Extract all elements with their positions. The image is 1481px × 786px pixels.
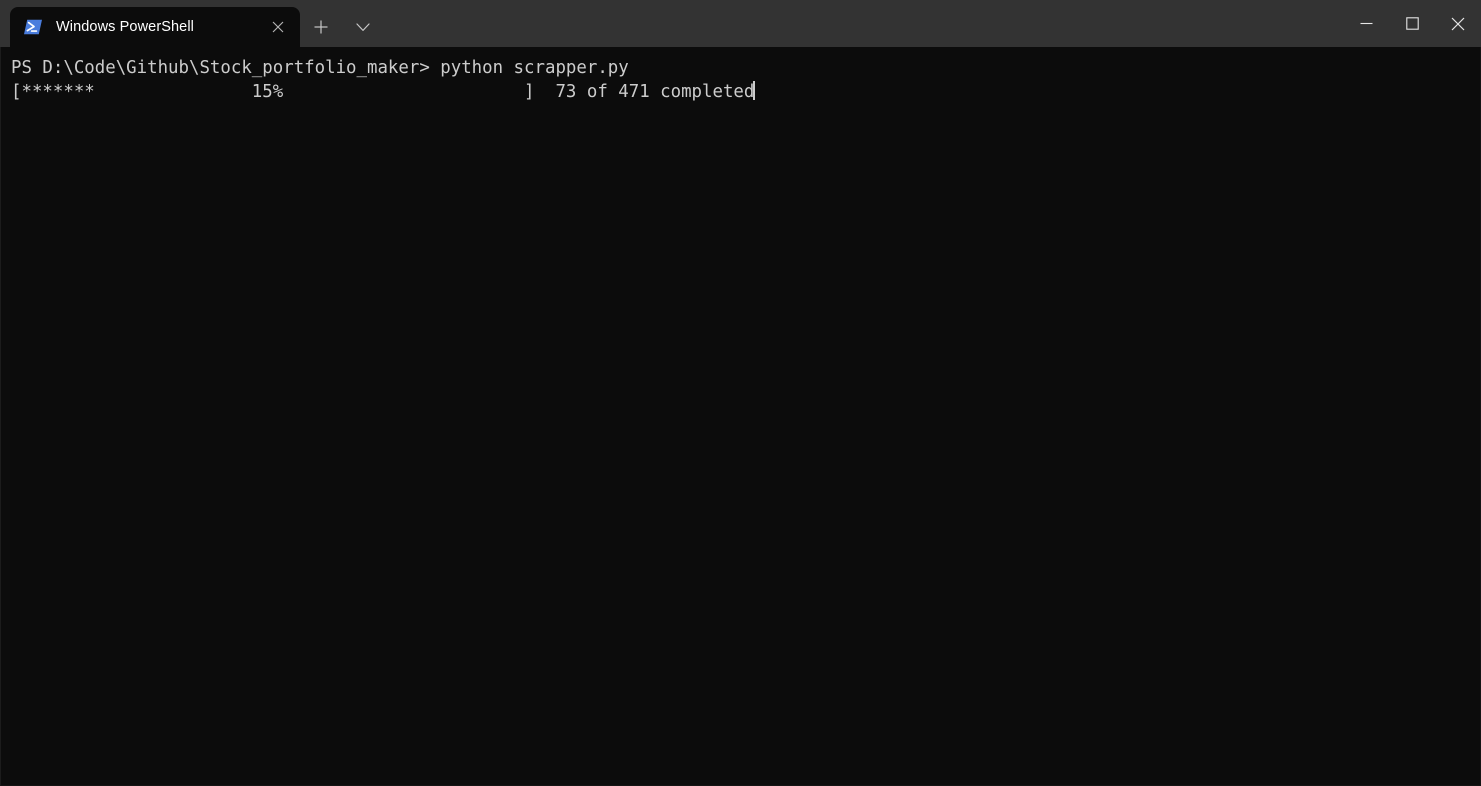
tab-title: Windows PowerShell — [56, 19, 194, 35]
terminal-text-buffer: PS D:\Code\Github\Stock_portfolio_maker>… — [1, 47, 1480, 104]
powershell-icon — [24, 18, 42, 36]
minimize-button[interactable] — [1343, 0, 1389, 47]
title-bar: Windows PowerShell — [0, 0, 1481, 47]
progress-bar-text: [******* 15% ] 73 of 471 completed — [11, 82, 755, 102]
terminal-line-progress: [******* 15% ] 73 of 471 completed — [11, 80, 1480, 104]
titlebar-drag-region[interactable] — [384, 0, 1343, 47]
maximize-button[interactable] — [1389, 0, 1435, 47]
terminal-output-area[interactable]: PS D:\Code\Github\Stock_portfolio_maker>… — [0, 47, 1481, 786]
close-button[interactable] — [1435, 0, 1481, 47]
new-tab-button[interactable] — [300, 7, 342, 47]
tab-strip: Windows PowerShell — [0, 0, 384, 47]
window-controls — [1343, 0, 1481, 47]
tab-windows-powershell[interactable]: Windows PowerShell — [10, 7, 300, 47]
chevron-down-icon[interactable] — [342, 7, 384, 47]
text-cursor — [753, 81, 756, 100]
tab-close-icon[interactable] — [264, 13, 292, 41]
powershell-window: Windows PowerShell PS D:\Code\Github\Sto… — [0, 0, 1481, 786]
terminal-line-prompt: PS D:\Code\Github\Stock_portfolio_maker>… — [11, 58, 629, 78]
